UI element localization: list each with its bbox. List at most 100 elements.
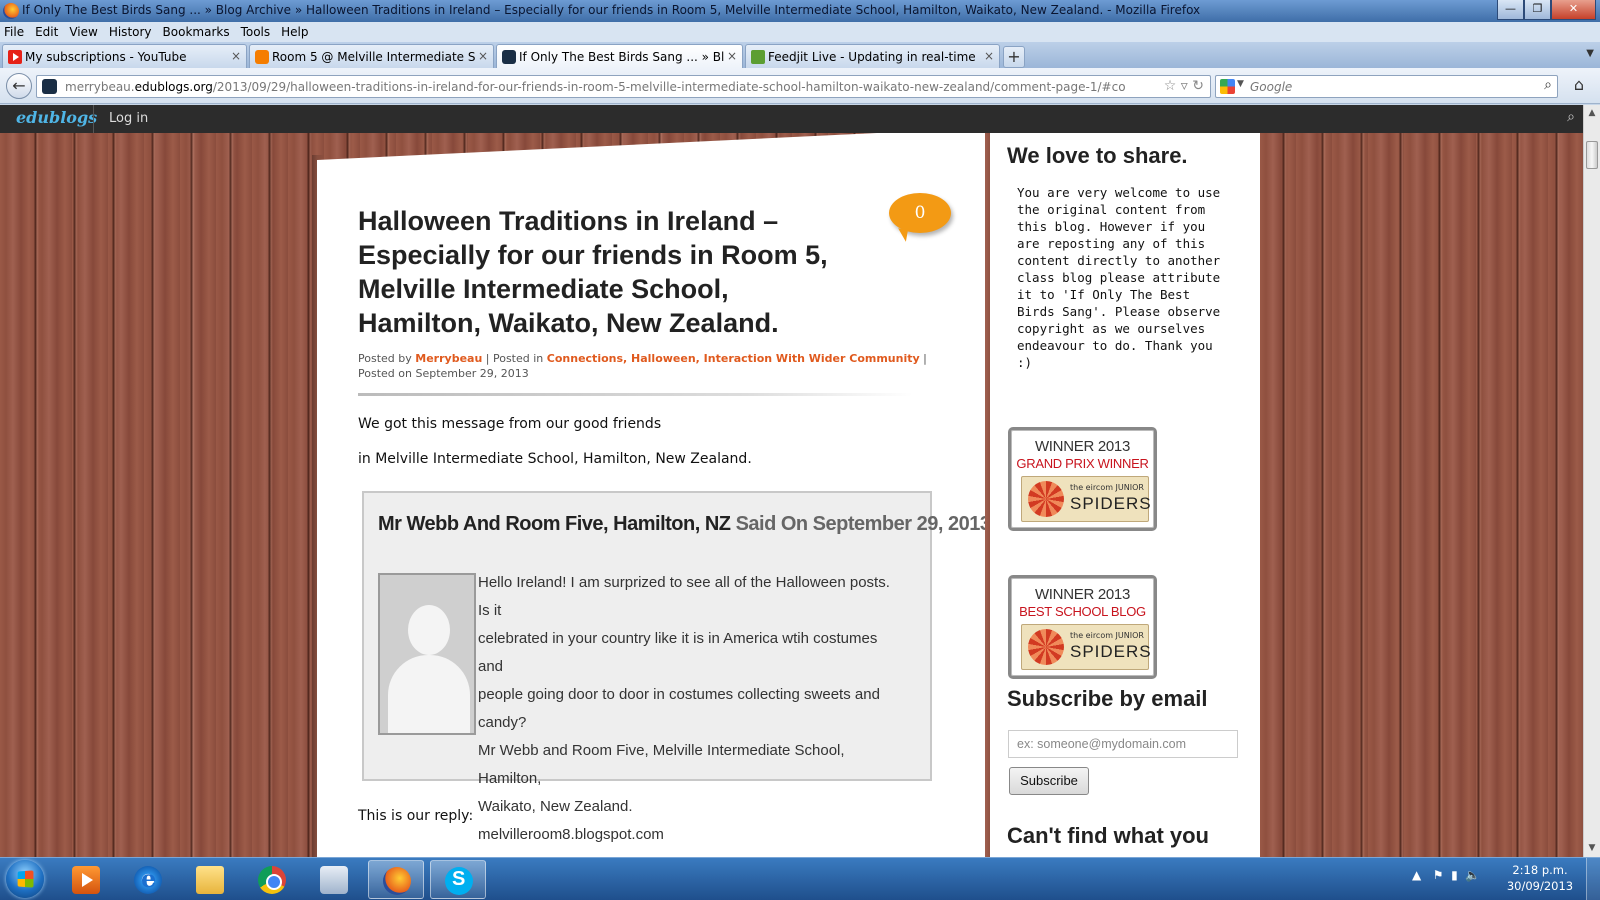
menu-bookmarks[interactable]: Bookmarks [163,25,230,39]
menu-edit[interactable]: Edit [35,25,58,39]
edublogs-logo[interactable]: edublogs [16,108,97,127]
edublogs-admin-bar: edublogs Log in ⌕ [0,105,1583,133]
volume-icon[interactable]: 🔈 [1465,868,1480,882]
chevron-down-icon[interactable]: ▼ [1237,79,1244,89]
meta-posted-in: | Posted in [485,352,544,365]
menu-bar: File Edit View History Bookmarks Tools H… [0,22,1600,42]
clock[interactable]: 2:18 p.m. 30/09/2013 [1500,862,1580,894]
url-bar[interactable]: merrybeau.edublogs.org/2013/09/29/hallow… [36,75,1211,98]
badge-brand: SPIDERS [1070,494,1152,513]
scroll-down-icon[interactable]: ▼ [1584,840,1600,857]
edublogs-icon [502,50,516,64]
menu-tools[interactable]: Tools [241,25,271,39]
start-button[interactable] [6,860,44,898]
minimize-button[interactable]: — [1497,0,1524,20]
media-player-icon [72,866,100,894]
vertical-scrollbar[interactable]: ▲ ▼ [1583,105,1600,857]
feedjit-icon [751,50,765,64]
reload-icon[interactable]: ↻ [1192,78,1204,94]
tab-label: Feedjit Live - Updating in real-time [768,50,976,64]
taskbar-chrome[interactable] [244,860,300,899]
taskbar-skype[interactable] [430,860,486,899]
arrow-left-icon: ← [12,76,26,95]
firefox-icon [383,867,411,895]
subscribe-button[interactable]: Subscribe [1009,767,1089,795]
new-tab-button[interactable]: + [1003,46,1025,68]
tab-close-icon[interactable]: × [984,49,994,63]
post-meta: Posted by Merrybeau | Posted in Connecti… [358,351,958,381]
comment-count-bubble[interactable]: 0 [889,193,951,233]
share-heading: We love to share. [1007,143,1188,168]
post-title: Halloween Traditions in Ireland – Especi… [358,206,828,338]
admin-bar-divider [93,105,94,133]
badge-brand: SPIDERS [1070,642,1152,661]
back-button[interactable]: ← [6,73,32,99]
tool-icon [320,866,348,894]
email-field[interactable]: ex: someone@mydomain.com [1008,730,1238,758]
embedded-comment-body: Hello Ireland! I am surprized to see all… [478,574,890,843]
badge-small-text: the eircom JUNIOR [1070,483,1144,492]
menu-history[interactable]: History [109,25,152,39]
tab-feedjit[interactable]: Feedjit Live - Updating in real-time × [745,44,1000,68]
tab-label: If Only The Best Birds Sang ... » Blog .… [519,50,724,64]
award-badge-best-school-blog[interactable]: WINNER 2013 BEST SCHOOL BLOG the eircom … [1008,575,1157,679]
internet-explorer-icon [134,864,162,894]
share-text: You are very welcome to use the original… [1017,185,1221,370]
taskbar-tool[interactable] [306,860,362,899]
maximize-button[interactable]: ❐ [1524,0,1551,20]
youtube-icon [8,50,22,64]
badge-plaque: the eircom JUNIOR SPIDERS [1021,624,1152,670]
menu-view[interactable]: View [69,25,97,39]
blogger-icon [255,50,269,64]
tab-label: My subscriptions - YouTube [25,50,187,64]
star-icon[interactable]: ☆ [1164,78,1177,94]
spider-web-icon [1028,629,1064,665]
tab-youtube[interactable]: My subscriptions - YouTube × [2,44,247,68]
tab-label: Room 5 @ Melville Intermediate Scho... [272,50,475,64]
site-identity-icon[interactable] [42,79,57,94]
chrome-icon [258,866,286,894]
scrollbar-thumb[interactable] [1586,141,1598,169]
scroll-up-icon[interactable]: ▲ [1584,105,1600,122]
embedded-comment-header: Mr Webb And Room Five, Hamilton, NZ Said… [378,513,991,535]
action-center-icon[interactable]: ⚑ [1433,868,1444,882]
system-tray: ▲ ⚑ ▮ 🔈 [1412,868,1480,882]
chevron-down-icon[interactable]: ▼ [1586,48,1594,59]
google-icon[interactable] [1220,79,1235,94]
folder-icon [196,866,224,894]
url-text[interactable]: merrybeau.edublogs.org/2013/09/29/hallow… [65,80,1125,94]
close-window-button[interactable]: ✕ [1551,0,1596,20]
show-desktop-button[interactable] [1586,858,1600,900]
category-links[interactable]: Connections, Halloween, Interaction With… [547,352,920,365]
firefox-icon [3,3,19,19]
taskbar-explorer[interactable] [182,860,238,899]
menu-help[interactable]: Help [281,25,308,39]
embedded-comment-image: Mr Webb And Room Five, Hamilton, NZ Said… [362,491,985,843]
home-icon[interactable]: ⌂ [1564,75,1594,98]
network-icon[interactable]: ▮ [1451,868,1458,882]
meta-posted-by: Posted by [358,352,412,365]
window-title-bar: If Only The Best Birds Sang ... » Blog A… [0,0,1600,22]
badge-line1: WINNER 2013 [1034,438,1131,455]
author-link[interactable]: Merrybeau [415,352,482,365]
meta-separator: | [923,352,927,365]
dropdown-icon[interactable]: ▿ [1181,78,1188,94]
tab-close-icon[interactable]: × [727,49,737,63]
search-bar[interactable]: ▼ Google ⌕ [1215,75,1558,98]
tab-close-icon[interactable]: × [478,49,488,63]
show-hidden-icons-icon[interactable]: ▲ [1412,868,1421,882]
tab-birds-blog[interactable]: If Only The Best Birds Sang ... » Blog .… [496,44,743,68]
avatar [378,573,476,735]
clock-date: 30/09/2013 [1506,879,1574,893]
search-icon[interactable]: ⌕ [1567,109,1575,125]
menu-file[interactable]: File [4,25,24,39]
login-link[interactable]: Log in [109,111,148,126]
taskbar-internet-explorer[interactable] [120,860,176,899]
taskbar-firefox[interactable] [368,860,424,899]
award-badge-grand-prix[interactable]: WINNER 2013 GRAND PRIX WINNER the eircom… [1008,427,1157,531]
post-card: 0 Halloween Traditions in Ireland – Espe… [317,133,985,857]
taskbar-media-player[interactable] [58,860,114,899]
tab-close-icon[interactable]: × [231,49,241,63]
search-icon[interactable]: ⌕ [1544,77,1552,93]
tab-room5[interactable]: Room 5 @ Melville Intermediate Scho... × [249,44,494,68]
